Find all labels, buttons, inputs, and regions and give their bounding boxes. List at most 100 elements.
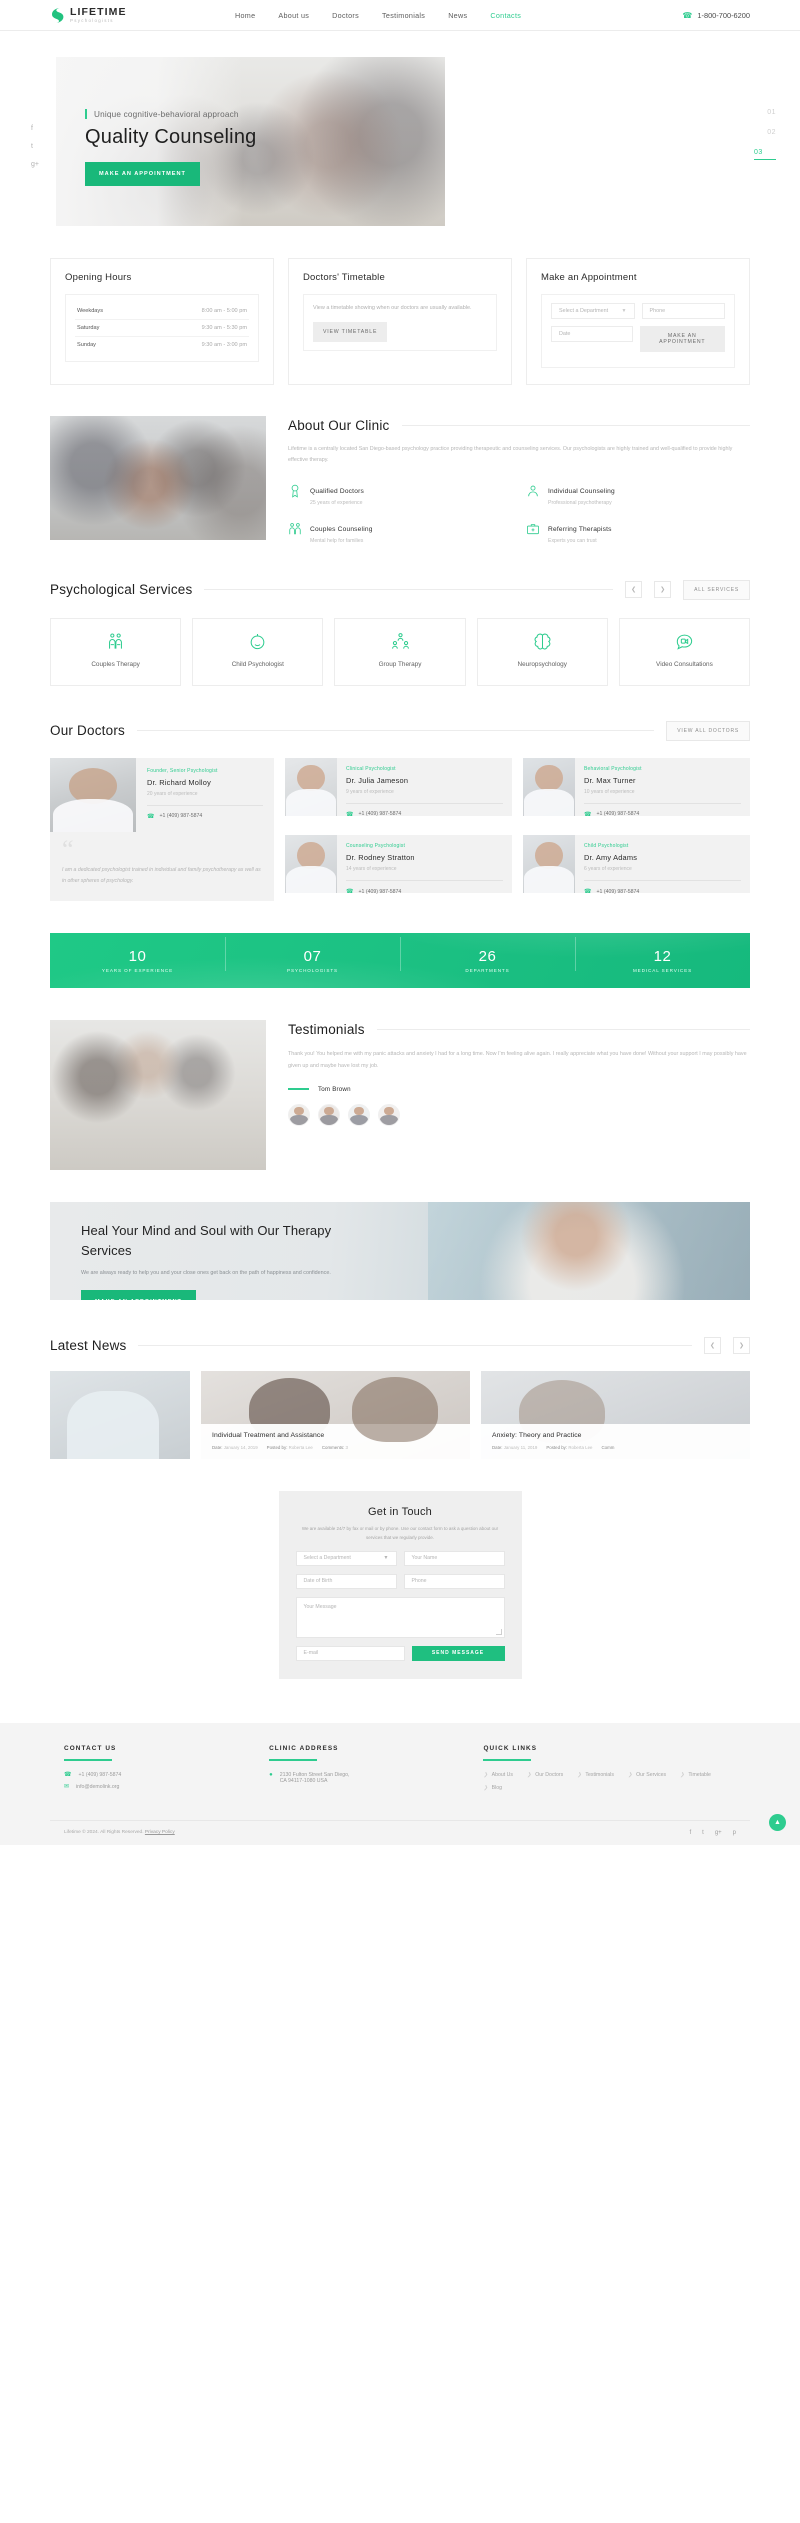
- contact-message-textarea[interactable]: Your Message: [295, 1596, 505, 1638]
- hero-social-links: f t g+: [31, 125, 39, 168]
- services-next-button[interactable]: ❯: [654, 581, 672, 599]
- news-author: Posted by: Roberta Lee: [546, 1445, 592, 1450]
- doctor-photo: [285, 757, 337, 816]
- cta-appointment-button[interactable]: MAKE AN APPOINTMENT: [81, 1289, 196, 1301]
- scroll-to-top-button[interactable]: ▲: [769, 1813, 786, 1831]
- footer-link-blog[interactable]: ❯ Blog: [483, 1785, 502, 1791]
- brain-icon: [533, 632, 552, 651]
- service-card-video-consultations[interactable]: Video Consultations: [618, 617, 751, 686]
- service-label: Child Psychologist: [231, 661, 284, 669]
- google-plus-icon[interactable]: g+: [715, 1830, 722, 1836]
- twitter-icon[interactable]: t: [31, 143, 39, 150]
- service-label: Neuropsychology: [517, 661, 567, 669]
- appointment-date-input[interactable]: Date: [551, 326, 633, 342]
- appointment-submit-button[interactable]: MAKE AN APPOINTMENT: [639, 326, 725, 352]
- about-title: About Our Clinic: [288, 418, 750, 433]
- slide-indicator-02[interactable]: 02: [767, 129, 776, 136]
- services-grid: Couples Therapy Child Psychologist Group…: [50, 617, 751, 686]
- doctor-phone[interactable]: ☎ +1 (409) 987-5874: [346, 888, 503, 896]
- slide-indicator-03[interactable]: 03: [754, 149, 776, 160]
- news-card[interactable]: [50, 1371, 190, 1460]
- send-message-button[interactable]: SEND MESSAGE: [411, 1645, 505, 1661]
- doctor-card[interactable]: Clinical Psychologist Dr. Julia Jameson …: [285, 757, 512, 818]
- nav-item-doctors[interactable]: Doctors: [332, 11, 359, 20]
- header-phone[interactable]: ☎ 1-800-700-6200: [682, 11, 750, 20]
- slide-indicator-01[interactable]: 01: [767, 109, 776, 116]
- about-image: [50, 416, 266, 540]
- doctor-phone[interactable]: ☎ +1 (409) 987-5874: [584, 888, 741, 896]
- footer-link-about-us[interactable]: ❯ About Us: [483, 1772, 513, 1778]
- service-card-neuropsychology[interactable]: Neuropsychology: [476, 617, 608, 686]
- news-comments: Comments: 3: [322, 1445, 348, 1450]
- feature-subtitle: Mental help for families: [310, 537, 364, 544]
- avatar[interactable]: [378, 1103, 400, 1126]
- doctor-phone[interactable]: ☎ +1 (409) 987-5874: [147, 813, 263, 820]
- services-title: Psychological Services: [50, 582, 193, 598]
- contact-department-select[interactable]: Select a Department ▼: [295, 1550, 397, 1566]
- footer-link-testimonials[interactable]: ❯ Testimonials: [577, 1772, 614, 1778]
- avatar[interactable]: [318, 1103, 340, 1126]
- contact-phone-input[interactable]: Phone: [403, 1573, 505, 1589]
- avatar[interactable]: [288, 1103, 310, 1126]
- doctor-phone[interactable]: ☎ +1 (409) 987-5874: [584, 811, 741, 818]
- doctor-phone-number: +1 (409) 987-5874: [596, 888, 640, 895]
- footer-email[interactable]: ✉ info@demolink.org: [64, 1784, 251, 1790]
- department-select[interactable]: Select a Department ▼: [551, 303, 635, 319]
- department-select-value: Select a Department: [559, 308, 609, 314]
- all-services-button[interactable]: ALL SERVICES: [683, 579, 750, 600]
- video-chat-icon: [675, 632, 694, 651]
- testimonial-text: Thank you! You helped me with my panic a…: [288, 1051, 747, 1069]
- news-card[interactable]: Individual Treatment and Assistance Date…: [201, 1371, 470, 1460]
- footer-link-timetable[interactable]: ❯ Timetable: [680, 1772, 711, 1778]
- footer-link-our-services[interactable]: ❯ Our Services: [628, 1772, 666, 1778]
- footer-phone[interactable]: ☎ +1 (409) 987-5874: [64, 1772, 251, 1778]
- nav-item-home[interactable]: Home: [235, 11, 255, 20]
- hero-appointment-button[interactable]: MAKE AN APPOINTMENT: [85, 162, 200, 186]
- contact-name-placeholder: Your Name: [411, 1555, 438, 1562]
- doctor-role: Founder, Senior Psychologist: [147, 767, 218, 774]
- nav-item-about[interactable]: About us: [278, 11, 309, 20]
- site-logo[interactable]: LIFETIME Psychologists: [50, 6, 205, 24]
- privacy-policy-link[interactable]: Privacy Policy: [145, 1830, 175, 1835]
- nav-item-testimonials[interactable]: Testimonials: [382, 11, 425, 20]
- news-comments: Comm: [602, 1445, 615, 1450]
- pinterest-icon[interactable]: p: [733, 1830, 736, 1836]
- hours-row: Saturday 9:30 am - 5:30 pm: [75, 320, 249, 337]
- view-all-doctors-button[interactable]: VIEW ALL DOCTORS: [666, 720, 750, 741]
- service-card-child-psychologist[interactable]: Child Psychologist: [192, 617, 324, 686]
- nav-item-contacts[interactable]: Contacts: [490, 11, 521, 20]
- doctor-phone[interactable]: ☎ +1 (409) 987-5874: [346, 811, 503, 818]
- footer-address-title: CLINIC ADDRESS: [269, 1744, 339, 1752]
- featured-doctor-card[interactable]: Founder, Senior Psychologist Dr. Richard…: [50, 757, 274, 902]
- person-icon: [526, 484, 540, 498]
- twitter-icon[interactable]: t: [702, 1830, 704, 1836]
- divider: [584, 880, 741, 881]
- doctor-card[interactable]: Counseling Psychologist Dr. Rodney Strat…: [285, 835, 512, 896]
- appointment-phone-input[interactable]: Phone: [641, 303, 725, 319]
- facebook-icon[interactable]: f: [689, 1830, 691, 1836]
- copyright-text: Lifetime © 2024. All Rights Reserved.: [64, 1830, 144, 1836]
- doctor-experience: 20 years of experience: [147, 790, 198, 797]
- facebook-icon[interactable]: f: [31, 125, 39, 132]
- doctor-photo: [523, 835, 575, 893]
- google-plus-icon[interactable]: g+: [31, 161, 39, 168]
- contact-dob-input[interactable]: Date of Birth: [295, 1573, 397, 1589]
- news-card[interactable]: Anxiety: Theory and Practice Date: Janua…: [481, 1371, 750, 1460]
- opening-hours-card: Opening Hours Weekdays 8:00 am - 5:00 pm…: [50, 258, 274, 385]
- avatar[interactable]: [348, 1103, 370, 1126]
- news-prev-button[interactable]: ❮: [704, 1337, 721, 1355]
- services-prev-button[interactable]: ❮: [625, 581, 643, 599]
- doctors-grid: Clinical Psychologist Dr. Julia Jameson …: [285, 757, 750, 902]
- news-next-button[interactable]: ❯: [733, 1337, 750, 1355]
- footer-link-our-doctors[interactable]: ❯ Our Doctors: [527, 1772, 563, 1778]
- nav-item-news[interactable]: News: [448, 11, 467, 20]
- view-timetable-button[interactable]: VIEW TIMETABLE: [313, 322, 388, 343]
- testimonials-section: Testimonials Thank you! You helped me wi…: [50, 1020, 750, 1171]
- doctor-card[interactable]: Behavioral Psychologist Dr. Max Turner 1…: [523, 757, 750, 818]
- doctor-card[interactable]: Child Psychologist Dr. Amy Adams 6 years…: [523, 835, 750, 896]
- service-card-group-therapy[interactable]: Group Therapy: [334, 617, 466, 686]
- contact-email-input[interactable]: E-mail: [295, 1645, 405, 1661]
- service-card-couples-therapy[interactable]: Couples Therapy: [50, 617, 182, 686]
- contact-name-input[interactable]: Your Name: [403, 1550, 505, 1566]
- contact-department-value: Select a Department: [303, 1555, 351, 1562]
